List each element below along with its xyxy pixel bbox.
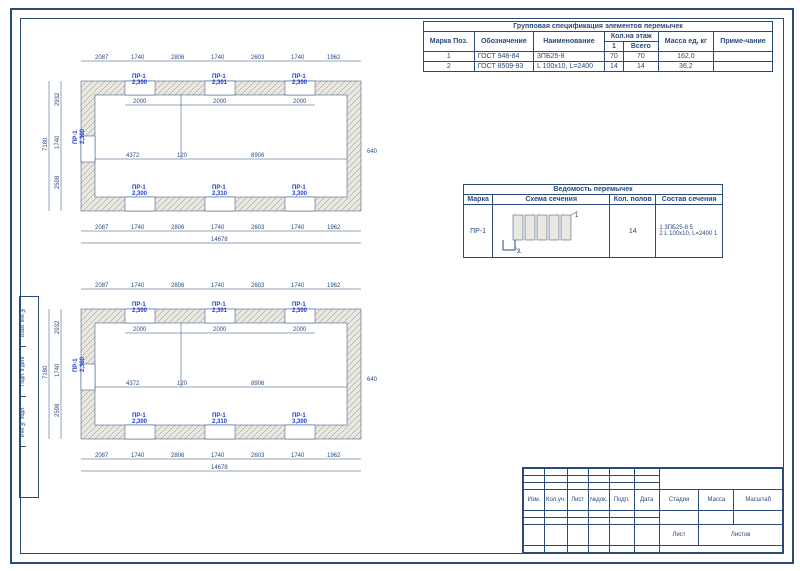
svg-text:1962: 1962 [327,453,341,459]
svg-text:2806: 2806 [171,283,185,289]
title-block: Изм.Кол.уч.Лист №док.Подп.Дата СтадияМас… [522,467,784,554]
svg-text:2603: 2603 [251,453,265,459]
svg-text:1740: 1740 [131,55,145,61]
svg-text:2000: 2000 [133,99,147,105]
svg-text:1740: 1740 [291,283,305,289]
svg-text:2,300: 2,300 [132,308,148,314]
spec-row-2: 2ГОСТ 8509-93 L 100x10, L=240014 1436,2 [424,62,773,72]
svg-text:640: 640 [367,149,378,155]
svg-text:8906: 8906 [251,153,265,159]
svg-text:2806: 2806 [171,225,185,231]
svg-text:2087: 2087 [95,225,109,231]
svg-text:2932: 2932 [55,320,61,334]
svg-text:7180: 7180 [43,365,49,379]
svg-text:2000: 2000 [293,327,307,333]
svg-text:1740: 1740 [211,55,225,61]
svg-text:1740: 1740 [211,283,225,289]
svg-text:1740: 1740 [131,453,145,459]
svg-text:2000: 2000 [293,99,307,105]
svg-text:120: 120 [177,153,188,159]
svg-text:1740: 1740 [291,225,305,231]
svg-text:2,300: 2,300 [292,80,308,86]
svg-text:2,300: 2,300 [80,356,86,372]
svg-text:3,300: 3,300 [292,191,308,197]
svg-text:1740: 1740 [131,283,145,289]
svg-text:ПР-1: ПР-1 [73,130,79,144]
svg-text:2806: 2806 [171,55,185,61]
svg-text:2,300: 2,300 [132,80,148,86]
svg-text:1: 1 [575,213,579,219]
svg-text:2000: 2000 [213,99,227,105]
svg-text:1962: 1962 [327,225,341,231]
svg-text:2000: 2000 [213,327,227,333]
svg-text:2,310: 2,310 [212,419,228,425]
svg-text:2,300: 2,300 [132,419,148,425]
svg-text:1962: 1962 [327,283,341,289]
svg-text:14678: 14678 [211,237,228,243]
svg-text:2,301: 2,301 [212,308,228,314]
svg-text:1740: 1740 [55,135,61,149]
svg-text:2603: 2603 [251,55,265,61]
svg-text:2806: 2806 [171,453,185,459]
svg-text:1962: 1962 [327,55,341,61]
svg-text:1740: 1740 [55,363,61,377]
svg-text:2087: 2087 [95,55,109,61]
svg-text:1740: 1740 [211,225,225,231]
svg-text:2603: 2603 [251,283,265,289]
svg-text:14678: 14678 [211,465,228,471]
svg-text:2,301: 2,301 [212,80,228,86]
svg-text:1740: 1740 [211,453,225,459]
svg-text:2000: 2000 [133,327,147,333]
svg-text:2603: 2603 [251,225,265,231]
svg-text:ПР-1: ПР-1 [73,358,79,372]
lintel-table: Ведомость перемычек Марка Схема сечения … [463,184,723,258]
spec-row-1: 1ГОСТ 948-84 3ПБ25-870 70162,0 [424,52,773,62]
svg-text:2,300: 2,300 [132,191,148,197]
svg-text:3,300: 3,300 [292,419,308,425]
svg-text:4372: 4372 [126,381,140,387]
svg-text:8906: 8906 [251,381,265,387]
svg-text:1740: 1740 [291,453,305,459]
svg-text:2932: 2932 [55,92,61,106]
svg-text:2598: 2598 [55,403,61,417]
svg-text:2,300: 2,300 [292,308,308,314]
svg-text:2,300: 2,300 [80,128,86,144]
svg-text:2,310: 2,310 [212,191,228,197]
svg-text:1740: 1740 [131,225,145,231]
svg-text:2598: 2598 [55,175,61,189]
svg-text:640: 640 [367,377,378,383]
svg-text:120: 120 [177,381,188,387]
side-binding-table: Взам. инв.№ Подп. и дата Инв.№ подл. [19,296,39,498]
svg-text:7180: 7180 [43,137,49,151]
svg-text:2087: 2087 [95,283,109,289]
spec-table: Групповая спецификация элементов перемыч… [423,21,773,72]
svg-text:2087: 2087 [95,453,109,459]
svg-text:4372: 4372 [126,153,140,159]
section-sketch-icon: 1 2 [493,205,603,255]
svg-text:1740: 1740 [291,55,305,61]
